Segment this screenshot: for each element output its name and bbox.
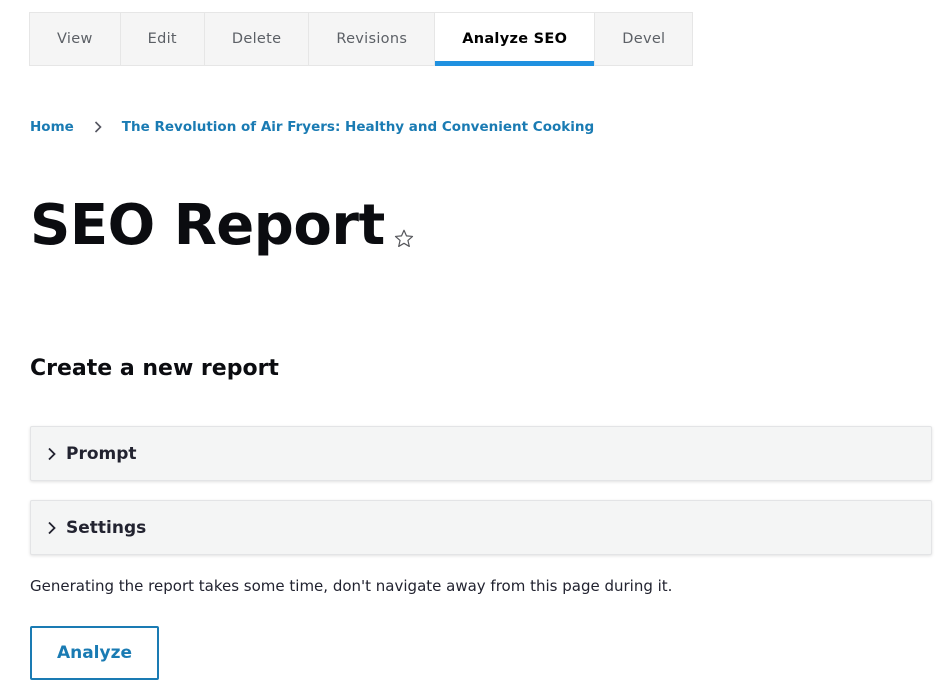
tab-devel[interactable]: Devel (595, 13, 692, 65)
tab-revisions[interactable]: Revisions (309, 13, 436, 65)
chevron-right-icon (74, 121, 122, 133)
help-text: Generating the report takes some time, d… (30, 577, 673, 595)
chevron-right-icon (47, 447, 57, 461)
breadcrumb-article-link[interactable]: The Revolution of Air Fryers: Healthy an… (122, 119, 594, 135)
chevron-right-icon (47, 521, 57, 535)
tab-view[interactable]: View (30, 13, 121, 65)
tab-edit[interactable]: Edit (121, 13, 205, 65)
prompt-details-label: Prompt (66, 443, 137, 464)
breadcrumb-home-link[interactable]: Home (30, 119, 74, 135)
star-outline-icon[interactable] (393, 228, 415, 254)
tab-analyze-seo[interactable]: Analyze SEO (435, 13, 596, 66)
settings-details-label: Settings (66, 517, 147, 538)
section-heading: Create a new report (30, 356, 279, 381)
tab-delete[interactable]: Delete (205, 13, 310, 65)
breadcrumb: Home The Revolution of Air Fryers: Healt… (30, 119, 594, 135)
analyze-button[interactable]: Analyze (30, 626, 159, 680)
primary-tabs: View Edit Delete Revisions Analyze SEO D… (29, 12, 694, 66)
settings-details-toggle[interactable]: Settings (30, 500, 932, 555)
page-title: SEO Report (30, 193, 385, 258)
page-title-row: SEO Report (30, 190, 415, 262)
prompt-details-toggle[interactable]: Prompt (30, 426, 932, 481)
